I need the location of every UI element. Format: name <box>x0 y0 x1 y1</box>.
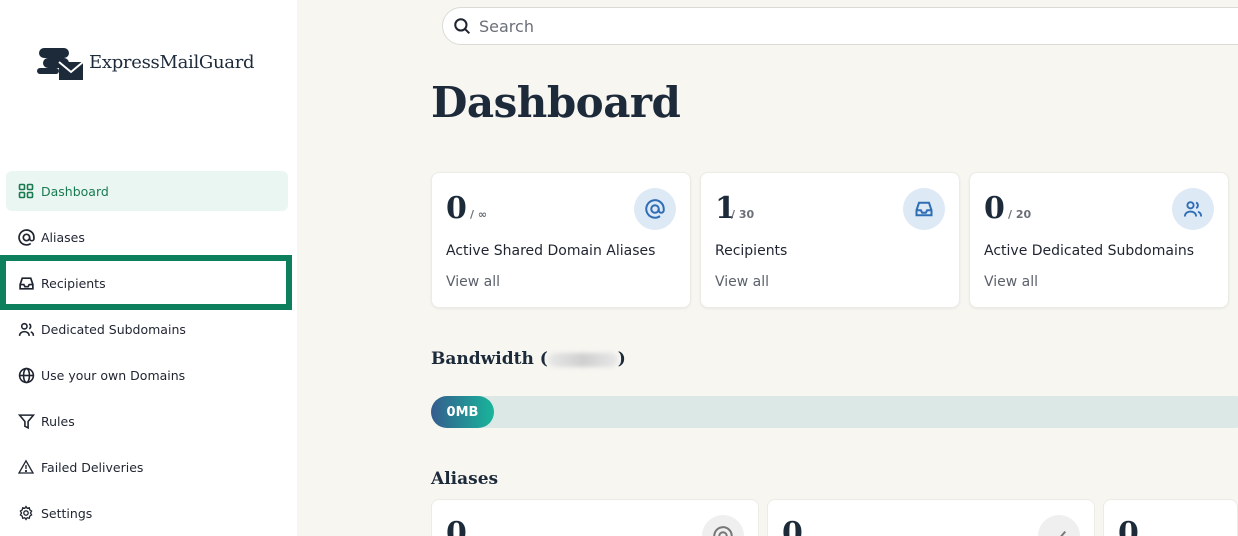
filter-icon <box>16 411 36 431</box>
bandwidth-value: 0MB <box>446 404 479 420</box>
gear-icon <box>16 503 36 523</box>
grid-icon <box>16 181 36 201</box>
at-icon <box>16 227 36 247</box>
check-icon <box>1038 515 1080 536</box>
sidebar-item-dashboard[interactable]: Dashboard <box>6 171 288 211</box>
sidebar-item-aliases[interactable]: Aliases <box>6 217 288 257</box>
view-all-link[interactable]: View all <box>984 274 1038 290</box>
sidebar-item-rules[interactable]: Rules <box>6 401 288 441</box>
inbox-icon <box>16 273 36 293</box>
sidebar-item-label: Dedicated Subdomains <box>41 321 186 337</box>
alias-stat-card: 0 <box>431 499 759 536</box>
stat-title: Active Shared Domain Aliases <box>446 243 656 259</box>
stat-title: Active Dedicated Subdomains <box>984 243 1195 259</box>
bandwidth-heading-suffix: ) <box>617 349 626 369</box>
sidebar-item-label: Failed Deliveries <box>41 459 144 475</box>
sidebar-item-own-domains[interactable]: Use your own Domains <box>6 355 288 395</box>
stat-value: 0 <box>1118 516 1139 536</box>
bandwidth-progress-fill: 0MB <box>431 396 494 428</box>
mail-shield-icon <box>37 48 84 80</box>
sidebar-item-dedicated-subdomains[interactable]: Dedicated Subdomains <box>6 309 288 349</box>
sidebar-item-label: Aliases <box>41 229 85 245</box>
sidebar-item-failed-deliveries[interactable]: Failed Deliveries <box>6 447 288 487</box>
stat-limit: / 30 <box>731 208 755 221</box>
inbox-icon <box>903 188 945 230</box>
stat-limit: / 20 <box>1008 208 1032 221</box>
sidebar-item-label: Dashboard <box>41 183 109 199</box>
page-title: Dashboard <box>431 78 681 127</box>
stat-value: 0 <box>782 516 803 536</box>
aliases-heading: Aliases <box>431 469 499 489</box>
stat-card-shared-aliases: 0 / ∞ Active Shared Domain Aliases View … <box>431 172 691 308</box>
bandwidth-heading-prefix: Bandwidth ( <box>431 349 548 369</box>
at-icon <box>634 188 676 230</box>
sidebar-item-recipients[interactable]: Recipients <box>6 263 288 303</box>
sidebar-item-settings[interactable]: Settings <box>6 493 288 533</box>
sidebar-item-label: Use your own Domains <box>41 367 186 383</box>
stat-value: 0 <box>446 191 467 226</box>
sidebar-item-label: Recipients <box>41 275 106 291</box>
stat-card-dedicated-subdomains: 0 / 20 Active Dedicated Subdomains View … <box>969 172 1229 308</box>
alias-stat-card: 0 <box>1103 499 1238 536</box>
stat-value: 0 <box>446 516 467 536</box>
users-icon <box>1172 188 1214 230</box>
bandwidth-progress-track <box>431 396 1238 428</box>
brand-name: ExpressMailGuard <box>89 51 255 73</box>
users-icon <box>16 319 36 339</box>
view-all-link[interactable]: View all <box>446 274 500 290</box>
sidebar-item-label: Settings <box>41 505 93 521</box>
redacted-period <box>547 352 618 367</box>
search-icon <box>454 18 471 35</box>
at-icon <box>702 515 744 536</box>
stat-value: 0 <box>984 191 1005 226</box>
stat-limit: / ∞ <box>470 208 488 221</box>
stat-title: Recipients <box>715 243 788 259</box>
sidebar: ExpressMailGuard Dashboard Aliases Recip… <box>0 0 297 536</box>
warning-icon <box>16 457 36 477</box>
bandwidth-heading: Bandwidth () <box>431 349 626 369</box>
alias-stat-card: 0 <box>767 499 1095 536</box>
sidebar-item-label: Rules <box>41 413 75 429</box>
stat-card-recipients: 1 / 30 Recipients View all <box>700 172 960 308</box>
brand-logo[interactable]: ExpressMailGuard <box>37 42 255 82</box>
search-bar[interactable] <box>442 7 1238 45</box>
search-input[interactable] <box>479 16 1179 36</box>
globe-icon <box>16 365 36 385</box>
view-all-link[interactable]: View all <box>715 274 769 290</box>
